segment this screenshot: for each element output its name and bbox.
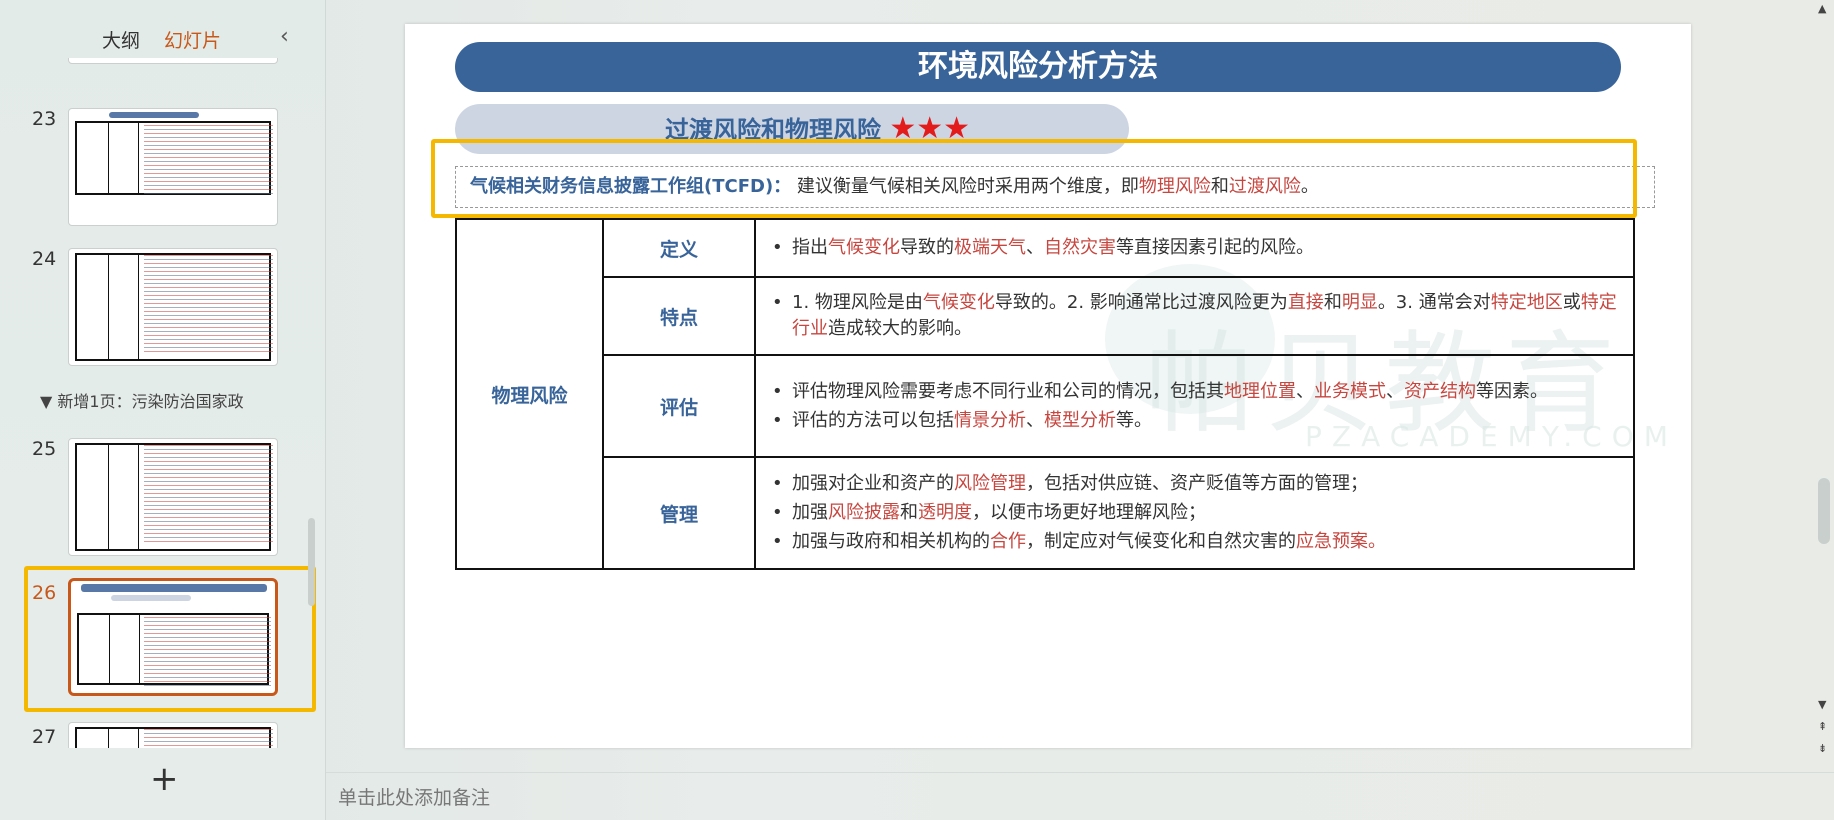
- highlight-text: 应急预案: [1296, 531, 1368, 552]
- bullet-item: 加强与政府和相关机构的合作，制定应对气候变化和自然灾害的应急预案。: [766, 529, 1621, 555]
- body-text: 等因素。: [1476, 380, 1548, 402]
- category-cell[interactable]: 物理风险: [455, 218, 604, 570]
- highlight-text: 风险管理: [954, 473, 1026, 494]
- risk-table[interactable]: 物理风险定义指出气候变化导致的极端天气、自然灾害等直接因素引起的风险。特点1. …: [455, 218, 1635, 570]
- highlight-text: 情景分析: [954, 409, 1026, 431]
- highlight-text: 业务模式: [1314, 380, 1386, 402]
- body-text: ，制定应对气候变化和自然灾害的: [1026, 531, 1296, 552]
- body-text: 导致的。2. 影响通常比过渡风险更为: [994, 292, 1288, 313]
- highlight-text: 地理位置: [1224, 380, 1296, 402]
- slide-number: 24: [32, 248, 57, 270]
- slide-panel: 大纲 幻灯片 ‹ 23 24 ▼ 新增1页：污染防治国家政 25 26 27 +: [0, 0, 326, 820]
- scroll-down-icon[interactable]: ▼: [1818, 698, 1826, 711]
- slide-thumbnail[interactable]: [68, 58, 278, 64]
- highlight-text: 风险披露: [828, 502, 900, 523]
- body-text: 评估的方法可以包括: [792, 409, 954, 431]
- body-text: 评估物理风险需要考虑不同行业和公司的情况，包括其: [792, 380, 1224, 402]
- vertical-scrollbar[interactable]: ▲ ▼ ⇞ ⇟: [1815, 0, 1834, 772]
- highlight-text: 明显: [1341, 292, 1378, 313]
- slide-number: 23: [32, 108, 57, 130]
- table-row: 特点1. 物理风险是由气候变化导致的。2. 影响通常比过渡风险更为直接和明显。3…: [456, 276, 1635, 356]
- slide-number: 26: [32, 582, 57, 604]
- row-description[interactable]: 加强对企业和资产的风险管理，包括对供应链、资产贬值等方面的管理； 加强风险披露和透…: [754, 456, 1635, 570]
- tab-outline[interactable]: 大纲: [102, 26, 140, 53]
- bullet-item: 加强对企业和资产的风险管理，包括对供应链、资产贬值等方面的管理；: [766, 471, 1621, 497]
- panel-tabs: 大纲 幻灯片: [102, 26, 221, 61]
- body-text: 加强: [792, 502, 828, 523]
- row-label[interactable]: 管理: [602, 456, 756, 570]
- panel-scrollbar[interactable]: [308, 518, 315, 606]
- body-text: 指出: [792, 237, 828, 258]
- body-text: 导致的: [900, 237, 954, 258]
- prev-slide-icon[interactable]: ⇞: [1818, 720, 1827, 733]
- body-text: 。3. 通常会对: [1377, 292, 1491, 313]
- body-text: 、: [1026, 237, 1044, 258]
- body-text: ，以便市场更好地理解风险；: [972, 502, 1206, 523]
- table-row: 管理加强对企业和资产的风险管理，包括对供应链、资产贬值等方面的管理；加强风险披露…: [456, 456, 1635, 570]
- slide-thumbnail-list: 23 24 ▼ 新增1页：污染防治国家政 25 26 27: [0, 58, 326, 748]
- body-text: 等直接因素引起的风险。: [1116, 237, 1314, 258]
- slide-number: 25: [32, 438, 57, 460]
- slide-thumbnail-active[interactable]: [68, 578, 278, 696]
- body-text: ，包括对供应链、资产贬值等方面的管理；: [1026, 473, 1368, 494]
- tab-slides[interactable]: 幻灯片: [164, 26, 221, 61]
- chevron-left-icon[interactable]: ‹: [280, 24, 289, 49]
- slide-title[interactable]: 环境风险分析方法: [455, 42, 1621, 92]
- row-label[interactable]: 特点: [602, 276, 756, 356]
- table-row: 评估评估物理风险需要考虑不同行业和公司的情况，包括其地理位置、业务模式、资产结构…: [456, 354, 1635, 458]
- scroll-up-icon[interactable]: ▲: [1818, 2, 1826, 15]
- slide-thumbnail[interactable]: [68, 248, 278, 366]
- body-text: 、: [1386, 380, 1404, 402]
- next-slide-icon[interactable]: ⇟: [1818, 742, 1827, 755]
- notes-area[interactable]: 单击此处添加备注: [326, 772, 1834, 820]
- slide-canvas[interactable]: 帕贝教育 PZACADEMY.COM 环境风险分析方法 过渡风险和物理风险 ★★…: [405, 24, 1691, 748]
- highlight-text: 直接: [1287, 292, 1324, 313]
- highlight-text: 透明度: [918, 502, 972, 523]
- slide-thumbnail[interactable]: [68, 438, 278, 556]
- table-row: 物理风险定义指出气候变化导致的极端天气、自然灾害等直接因素引起的风险。: [455, 218, 1635, 570]
- row-description[interactable]: 1. 物理风险是由气候变化导致的。2. 影响通常比过渡风险更为直接和明显。3. …: [754, 276, 1635, 356]
- bullet-item: 评估物理风险需要考虑不同行业和公司的情况，包括其地理位置、业务模式、资产结构等因…: [766, 379, 1621, 405]
- body-text: 等。: [1116, 409, 1152, 431]
- highlight-text: 气候变化: [828, 237, 900, 258]
- body-text: 加强对企业和资产的: [792, 473, 954, 494]
- body-text: 加强与政府和相关机构的: [792, 531, 990, 552]
- highlight-text: 气候变化: [922, 292, 995, 313]
- add-slide-icon[interactable]: +: [150, 762, 179, 796]
- text-box-highlight: [431, 139, 1637, 218]
- row-description[interactable]: 评估物理风险需要考虑不同行业和公司的情况，包括其地理位置、业务模式、资产结构等因…: [754, 354, 1635, 458]
- section-label[interactable]: ▼ 新增1页：污染防治国家政: [40, 388, 270, 412]
- bullet-item: 评估的方法可以包括情景分析、模型分析等。: [766, 408, 1621, 434]
- slide-number: 27: [32, 726, 57, 748]
- highlight-text: 资产结构: [1404, 380, 1476, 402]
- highlight-text: 自然灾害: [1044, 237, 1116, 258]
- notes-placeholder: 单击此处添加备注: [338, 787, 491, 809]
- body-text: 、: [1296, 380, 1314, 402]
- highlight-text: 合作: [990, 531, 1026, 552]
- highlight-text: 。: [1368, 531, 1386, 552]
- highlight-text: 特定地区: [1490, 292, 1563, 313]
- bullet-item: 指出气候变化导致的极端天气、自然灾害等直接因素引起的风险。: [766, 235, 1621, 261]
- body-text: 1. 物理风险是由: [792, 292, 923, 313]
- body-text: 、: [1026, 409, 1044, 431]
- body-text: 和: [900, 502, 918, 523]
- row-description[interactable]: 指出气候变化导致的极端天气、自然灾害等直接因素引起的风险。: [754, 218, 1635, 278]
- body-text: 和: [1323, 292, 1342, 313]
- body-text: 造成较大的影响。: [828, 318, 972, 339]
- slide-thumbnail[interactable]: [68, 108, 278, 226]
- bullet-item: 1. 物理风险是由气候变化导致的。2. 影响通常比过渡风险更为直接和明显。3. …: [766, 290, 1621, 342]
- highlight-text: 极端天气: [954, 237, 1026, 258]
- row-label[interactable]: 评估: [602, 354, 756, 458]
- slide-thumbnail[interactable]: [68, 722, 278, 748]
- row-label[interactable]: 定义: [602, 218, 756, 278]
- body-text: 或: [1562, 292, 1581, 313]
- bullet-item: 加强风险披露和透明度，以便市场更好地理解风险；: [766, 500, 1621, 526]
- highlight-text: 模型分析: [1044, 409, 1116, 431]
- scrollbar-thumb[interactable]: [1818, 478, 1830, 544]
